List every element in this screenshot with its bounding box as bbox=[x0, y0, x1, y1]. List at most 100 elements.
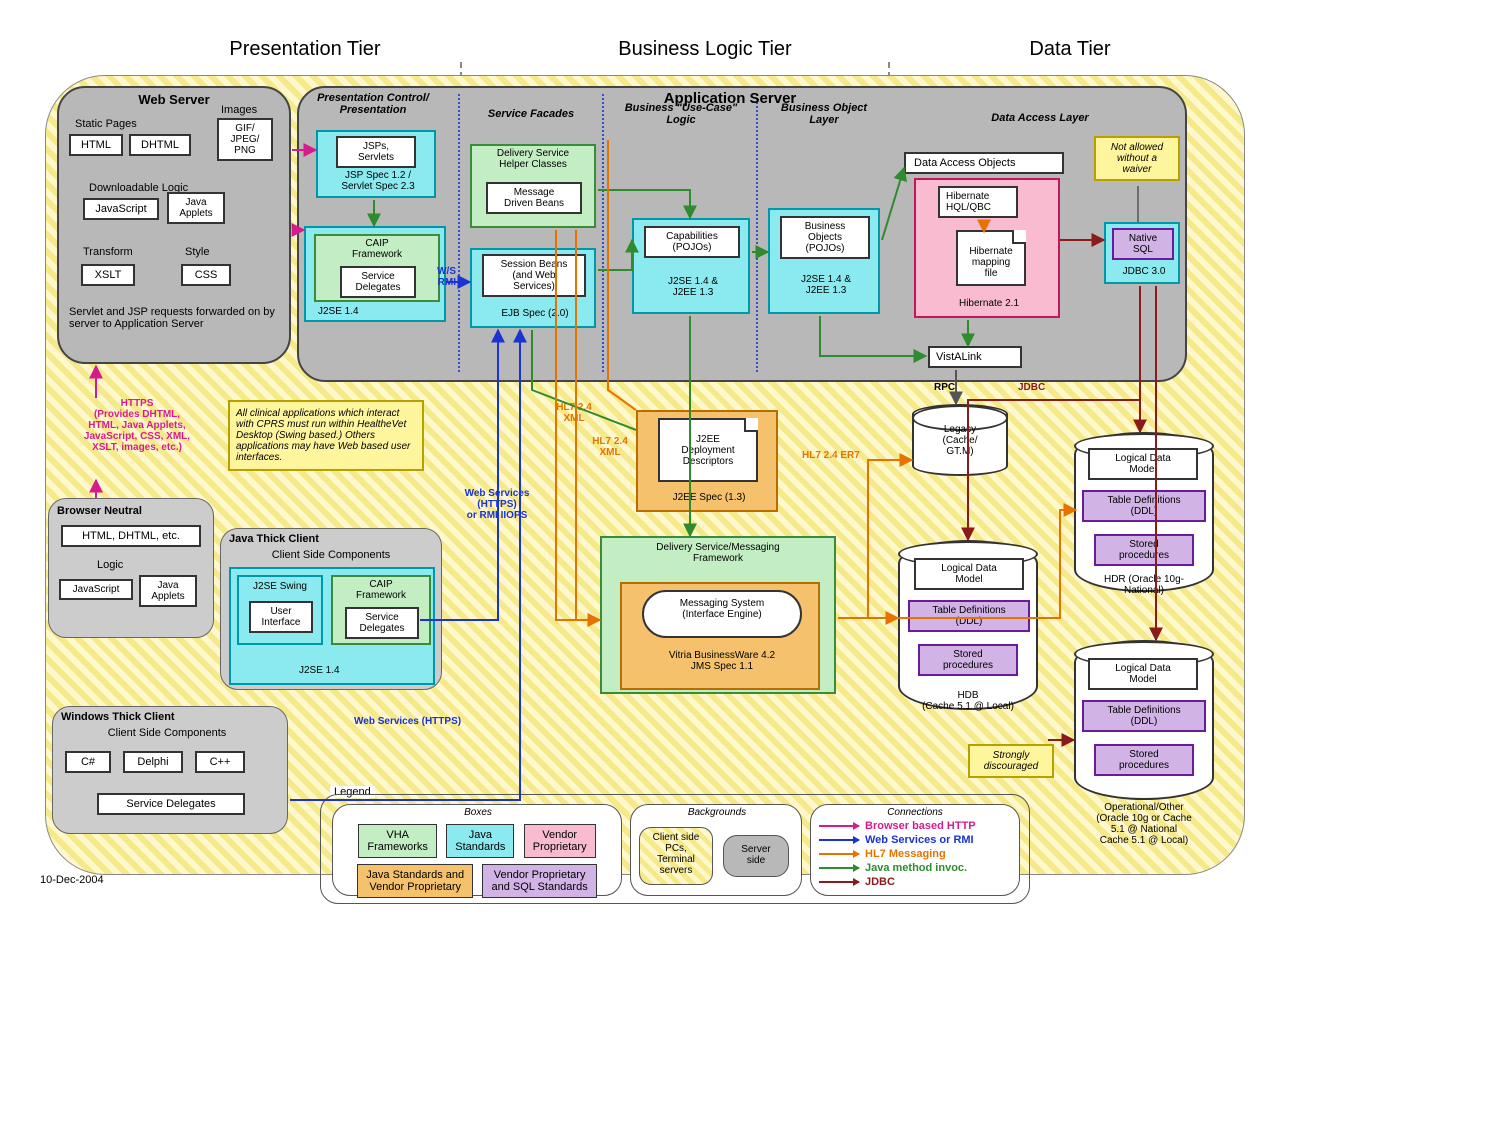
capabilities-group: Capabilities (POJOs) J2SE 1.4 & J2EE 1.3 bbox=[632, 218, 750, 314]
hdr-ldm-box: Logical Data Model bbox=[1088, 448, 1198, 480]
usecase-title: Business "Use-Case" Logic bbox=[608, 102, 754, 126]
html-box: HTML bbox=[69, 134, 123, 156]
dao-box: Data Access Objects bbox=[904, 152, 1064, 174]
hibernate-group: Hibernate HQL/QBC Hibernate mapping file… bbox=[914, 178, 1060, 318]
logic-label: Logic bbox=[97, 559, 123, 571]
xslt-box: XSLT bbox=[81, 264, 135, 286]
forward-note: Servlet and JSP requests forwarded on by… bbox=[69, 306, 283, 330]
hdb-sp-box: Stored procedures bbox=[918, 644, 1018, 676]
ws-label-2: Web Services (HTTPS) bbox=[354, 716, 514, 727]
browser-neutral-title: Browser Neutral bbox=[57, 505, 142, 517]
style-label: Style bbox=[185, 246, 209, 258]
messaging-cloud: Messaging System (Interface Engine) bbox=[642, 590, 802, 638]
ws-label-1: Web Services (HTTPS) or RMI IIOPS bbox=[442, 488, 552, 521]
jdbc30-label: JDBC 3.0 bbox=[1108, 266, 1180, 277]
javascript-box: JavaScript bbox=[83, 198, 159, 220]
cprs-note: All clinical applications which interact… bbox=[228, 400, 424, 471]
hl7-er7-label: HL7 2.4 ER7 bbox=[802, 450, 860, 461]
hdb-ldm-box: Logical Data Model bbox=[914, 558, 1024, 590]
jdbc-group: Native SQL JDBC 3.0 bbox=[1104, 222, 1180, 284]
win-thick-title: Windows Thick Client bbox=[61, 711, 175, 723]
data-access-layer-title: Data Access Layer bbox=[950, 112, 1130, 124]
messaging-framework-group: Delivery Service/Messaging Framework Mes… bbox=[600, 536, 836, 694]
jsps-servlets-box: JSPs, Servlets bbox=[336, 136, 416, 168]
legend-boxes-panel: Boxes VHA Frameworks Java Standards Vend… bbox=[332, 804, 622, 896]
jsp-spec-group: JSPs, Servlets JSP Spec 1.2 / Servlet Sp… bbox=[316, 130, 436, 198]
static-pages-label: Static Pages bbox=[75, 118, 137, 130]
jdbc-label: JDBC bbox=[1018, 382, 1045, 393]
css-box: CSS bbox=[181, 264, 231, 286]
other-ldm-box: Logical Data Model bbox=[1088, 658, 1198, 690]
win-thick-sub: Client Side Components bbox=[67, 727, 267, 739]
hdr-label: HDR (Oracle 10g- National) bbox=[1066, 574, 1222, 596]
hl7-xml-label-2: HL7 2.4 XML bbox=[580, 436, 640, 458]
j2se-swing-label: J2SE Swing bbox=[243, 581, 317, 592]
web-server-panel: Web Server Static Pages HTML DHTML Image… bbox=[57, 86, 291, 364]
hdb-ddl-box: Table Definitions (DDL) bbox=[908, 600, 1030, 632]
legend-conn-jdbc: JDBC bbox=[865, 876, 895, 888]
messaging-system-label: Messaging System (Interface Engine) bbox=[644, 598, 800, 620]
hibernate-mapping-doc: Hibernate mapping file bbox=[956, 230, 1026, 286]
java-thick-sub: Client Side Components bbox=[241, 549, 421, 561]
legend-connections-panel: Connections Browser based HTTP Web Servi… bbox=[810, 804, 1020, 896]
ws-rmi-label: W/S RMI bbox=[418, 266, 456, 288]
hdr-sp-box: Stored procedures bbox=[1094, 534, 1194, 566]
dotted-div-1 bbox=[458, 94, 460, 372]
discouraged-note: Strongly discouraged bbox=[968, 744, 1054, 778]
business-objects-box: Business Objects (POJOs) bbox=[780, 216, 870, 259]
java-applets-box-2: Java Applets bbox=[139, 575, 197, 607]
j2ee-dd-group: J2EE Deployment Descriptors J2EE Spec (1… bbox=[636, 410, 778, 512]
legend-client-bg: Client side PCs, Terminal servers bbox=[639, 827, 713, 885]
images-formats-box: GIF/ JPEG/ PNG bbox=[217, 118, 273, 161]
dshc-label: Delivery Service Helper Classes bbox=[472, 148, 594, 170]
java-thick-client-panel: Java Thick Client Client Side Components… bbox=[220, 528, 442, 690]
j2se-label-pres: J2SE 1.4 bbox=[318, 306, 359, 317]
windows-thick-client-panel: Windows Thick Client Client Side Compone… bbox=[52, 706, 288, 834]
tier-label-presentation: Presentation Tier bbox=[165, 38, 445, 61]
legend-jsvp: Java Standards and Vendor Proprietary bbox=[357, 864, 473, 898]
j2ee-dd-label: J2EE Deployment Descriptors bbox=[660, 434, 756, 467]
other-label: Operational/Other (Oracle 10g or Cache 5… bbox=[1052, 802, 1236, 846]
j2se-label-thick: J2SE 1.4 bbox=[299, 665, 340, 676]
j2ee-dd-doc: J2EE Deployment Descriptors bbox=[658, 418, 758, 482]
other-sp-box: Stored procedures bbox=[1094, 744, 1194, 776]
https-note: HTTPS (Provides DHTML, HTML, Java Applet… bbox=[52, 398, 222, 453]
hdr-ddl-box: Table Definitions (DDL) bbox=[1082, 490, 1206, 522]
j2seee-label-1: J2SE 1.4 & J2EE 1.3 bbox=[638, 276, 748, 298]
j2ee-spec-label: J2EE Spec (1.3) bbox=[642, 492, 776, 503]
messaging-title: Delivery Service/Messaging Framework bbox=[602, 542, 834, 564]
javascript-box-2: JavaScript bbox=[59, 579, 133, 600]
legacy-label: Legacy (Cache/ GT.M) bbox=[912, 424, 1008, 457]
session-beans-box: Session Beans (and Web Services) bbox=[482, 254, 586, 297]
date-label: 10-Dec-2004 bbox=[40, 874, 104, 886]
java-thick-j2se-group: J2SE Swing User Interface CAIP Framework… bbox=[229, 567, 435, 685]
native-sql-box: Native SQL bbox=[1112, 228, 1174, 260]
legend-conn-ws: Web Services or RMI bbox=[865, 834, 974, 846]
business-object-layer-title: Business Object Layer bbox=[760, 102, 888, 126]
legend-conn-hl7: HL7 Messaging bbox=[865, 848, 946, 860]
legend-boxes-title: Boxes bbox=[333, 807, 623, 818]
caip-framework-thick-group: CAIP Framework Service Delegates bbox=[331, 575, 431, 645]
caip-label-thick: CAIP Framework bbox=[333, 579, 429, 601]
legend-vendor-prop: Vendor Proprietary bbox=[524, 824, 596, 858]
vistalink-box: VistALink bbox=[928, 346, 1022, 368]
images-label: Images bbox=[221, 104, 257, 116]
capabilities-box: Capabilities (POJOs) bbox=[644, 226, 740, 258]
legend-java-std: Java Standards bbox=[446, 824, 514, 858]
html-dhtml-box: HTML, DHTML, etc. bbox=[61, 525, 201, 547]
legend-backgrounds-panel: Backgrounds Client side PCs, Terminal se… bbox=[630, 804, 802, 896]
java-thick-title: Java Thick Client bbox=[229, 533, 319, 545]
service-delegates-win-box: Service Delegates bbox=[97, 793, 245, 815]
legend-vpsql: Vendor Proprietary and SQL Standards bbox=[482, 864, 596, 898]
delivery-service-helper-group: Delivery Service Helper Classes Message … bbox=[470, 144, 596, 228]
ejb-spec-group: Session Beans (and Web Services) EJB Spe… bbox=[470, 248, 596, 328]
vitria-label: Vitria BusinessWare 4.2 JMS Spec 1.1 bbox=[626, 650, 818, 672]
legend-conn-title: Connections bbox=[819, 807, 1011, 818]
cpp-box: C++ bbox=[195, 751, 245, 773]
java-applets-box: Java Applets bbox=[167, 192, 225, 224]
legend-conn-http: Browser based HTTP bbox=[865, 820, 976, 832]
ejb-spec-label: EJB Spec (2.0) bbox=[476, 308, 594, 319]
dotted-div-2 bbox=[602, 94, 604, 372]
hibernate-mapping-label: Hibernate mapping file bbox=[958, 246, 1024, 279]
dotted-div-3 bbox=[756, 94, 758, 372]
